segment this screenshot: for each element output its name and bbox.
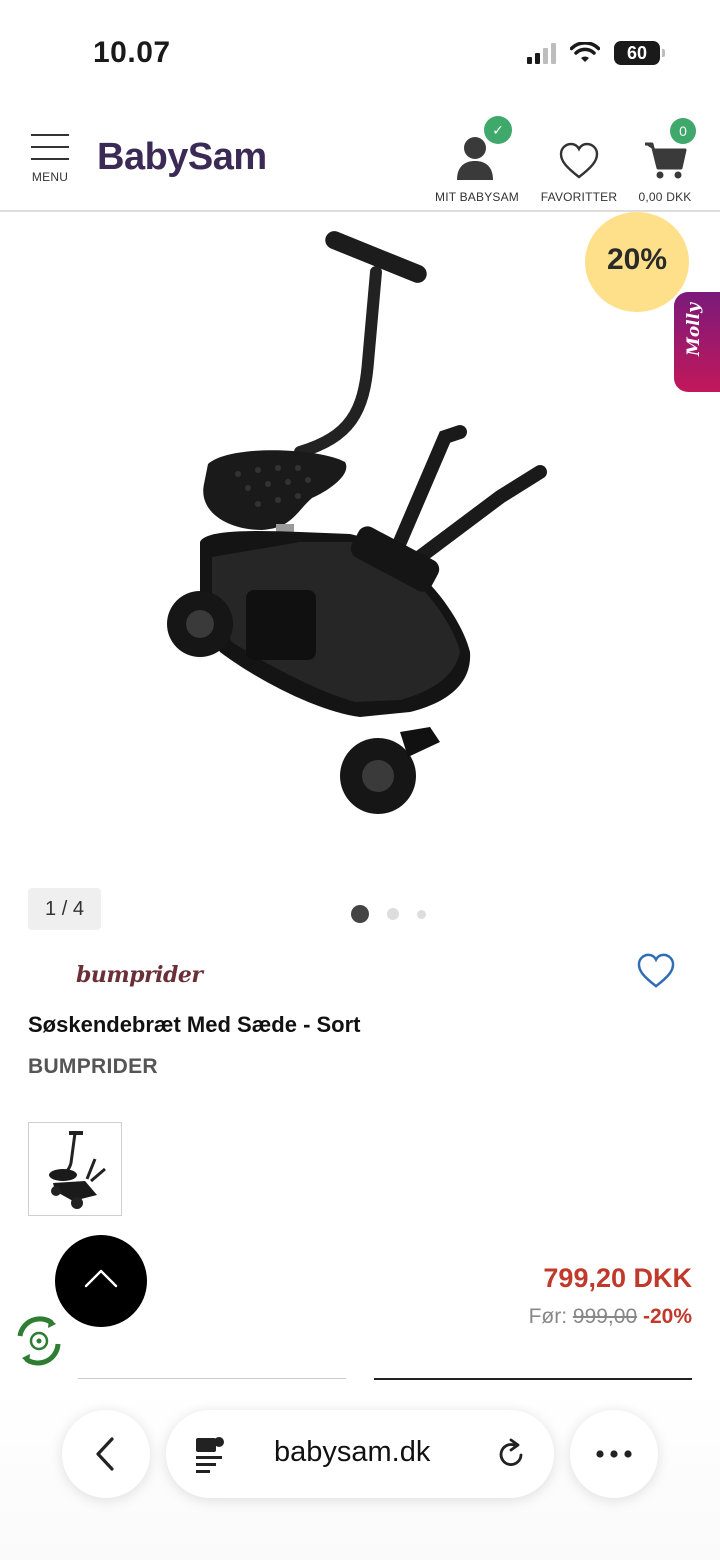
address-bar[interactable]: babysam.dk <box>166 1410 554 1498</box>
hamburger-icon <box>28 130 72 160</box>
gallery-pagination <box>351 905 426 923</box>
menu-button[interactable]: MENU <box>28 130 72 184</box>
cart-total: 0,00 DKK <box>638 190 692 204</box>
back-button[interactable] <box>62 1410 150 1498</box>
browser-toolbar: babysam.dk <box>0 1388 720 1560</box>
logged-in-check-icon: ✓ <box>484 116 512 144</box>
product-title: Søskendebræt Med Sæde - Sort <box>28 1012 361 1037</box>
reload-icon[interactable] <box>494 1437 528 1471</box>
wifi-icon <box>570 42 600 62</box>
current-price: 799,20 DKK <box>543 1263 692 1293</box>
pagination-dot[interactable] <box>351 905 369 923</box>
thumbnail-image <box>49 1131 106 1209</box>
previous-price: 999,00 <box>572 1305 638 1328</box>
pagination-dot[interactable] <box>417 909 426 919</box>
battery-indicator: 60 <box>614 41 665 65</box>
site-header: MENU BabySam ✓ MIT BABYSAM FAVORITTER 0 … <box>0 110 720 212</box>
cart-count-badge: 0 <box>670 118 696 144</box>
page-settings-icon <box>196 1437 224 1473</box>
menu-label: MENU <box>31 170 69 184</box>
chevron-up-icon <box>84 1269 118 1288</box>
ride-on-board-illustration <box>167 231 547 814</box>
tab-divider <box>78 1378 346 1379</box>
cellular-signal-icon <box>527 42 556 64</box>
previous-price-prefix: Før: <box>528 1305 568 1328</box>
discount-percent: -20% <box>642 1305 692 1328</box>
chat-assistant-tab[interactable]: Molly <box>674 292 720 392</box>
sale-badge: 20% <box>585 212 689 312</box>
account-button[interactable]: ✓ MIT BABYSAM <box>428 116 526 204</box>
favorites-label: FAVORITTER <box>540 190 618 204</box>
heart-icon <box>559 142 599 179</box>
previous-price-row: Før: 999,00 -20% <box>529 1305 692 1329</box>
chat-assistant-label: Molly <box>684 303 704 356</box>
image-counter: 1 / 4 <box>28 888 101 930</box>
babysam-logo[interactable]: BabySam <box>97 136 267 179</box>
status-time: 10.07 <box>93 36 171 69</box>
cart-button[interactable]: 0 0,00 DKK <box>634 118 696 204</box>
cart-icon <box>645 142 687 179</box>
heart-icon <box>637 953 675 988</box>
account-label: MIT BABYSAM <box>435 190 519 204</box>
url-text: babysam.dk <box>274 1436 431 1468</box>
favorites-button[interactable]: FAVORITTER <box>536 122 622 204</box>
product-thumbnail[interactable] <box>28 1122 122 1216</box>
tab-divider-active <box>374 1378 692 1380</box>
more-dots-icon <box>596 1450 632 1458</box>
chevron-left-icon <box>96 1437 114 1471</box>
product-brand[interactable]: BUMPRIDER <box>28 1055 158 1079</box>
brand-logo[interactable]: bumprider <box>76 962 203 988</box>
product-image[interactable] <box>0 212 720 872</box>
more-options-button[interactable] <box>570 1410 658 1498</box>
add-to-favorites-button[interactable] <box>636 953 676 994</box>
eco-recycle-icon[interactable] <box>12 1314 66 1373</box>
scroll-to-top-button[interactable] <box>55 1235 147 1327</box>
pagination-dot[interactable] <box>387 908 399 920</box>
status-icons: 60 <box>527 38 665 68</box>
